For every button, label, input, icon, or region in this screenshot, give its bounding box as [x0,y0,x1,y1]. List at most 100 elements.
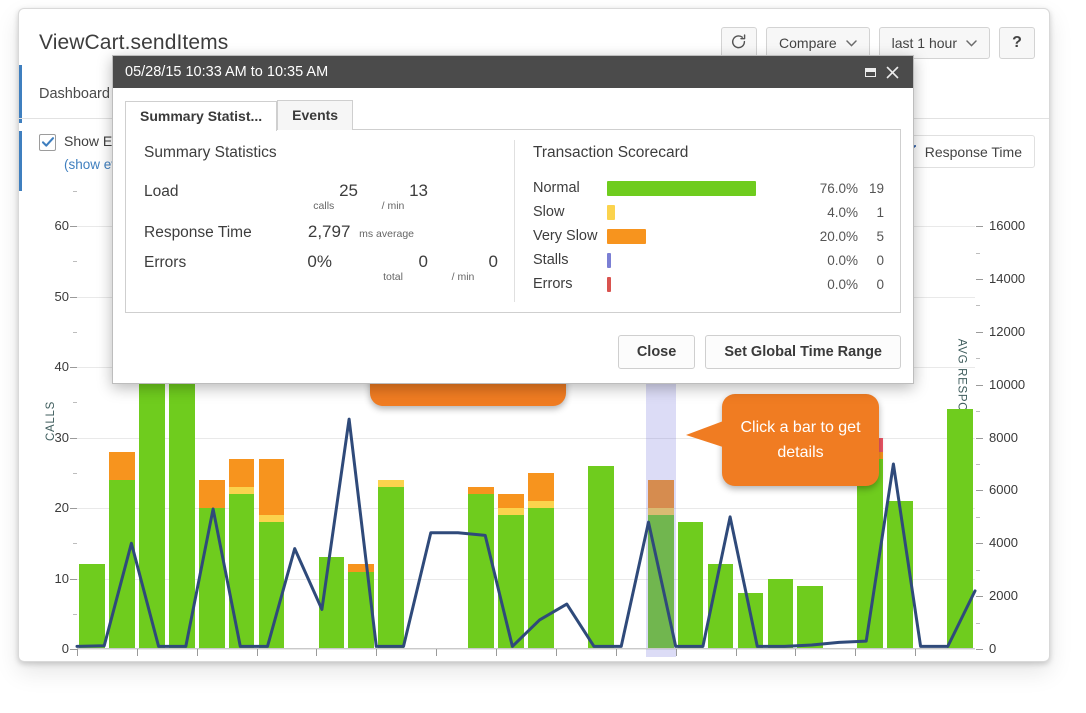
x-axis-tickmark [136,649,138,656]
set-global-time-range-button[interactable]: Set Global Time Range [705,335,901,369]
table-row: Errors 0% 0 total 0 / min [144,247,498,288]
scorecard-bar-cell [607,224,804,248]
scorecard-bar-cell [607,176,804,200]
y-axis-right-minor-tickmark [976,569,980,571]
scorecard-label: Errors [533,276,573,292]
close-icon [886,66,898,78]
transaction-scorecard-section: Transaction Scorecard Normal 76.0% 19 Slow 4… [515,130,900,312]
dialog-titlebar: 05/28/15 10:33 AM to 10:35 AM [113,56,913,88]
y-axis-right-minor-tickmark [976,622,980,624]
y-axis-right-tick-label: 10000 [989,376,1026,392]
show-events-checkbox[interactable] [39,134,56,151]
y-axis-right-tickmark [976,226,983,228]
scorecard-percent: 20.0% [819,228,858,244]
stat-value-total: 0 total [358,247,428,288]
scorecard-count: 5 [876,228,884,244]
x-axis-tickmark [855,649,857,656]
summary-dialog[interactable]: 05/28/15 10:33 AM to 10:35 AM Summary St… [112,55,914,384]
y-axis-right-tickmark [976,437,983,439]
screenshot-root: ViewCart.sendItems Compare last 1 hour ?… [0,0,1086,713]
x-axis-tickmark [436,649,438,656]
x-axis-tickmark [196,649,198,656]
scorecard-count: 19 [868,180,884,196]
y-axis-left-tickmark [70,296,77,298]
y-axis-right-tickmark [976,490,983,492]
scorecard-bar-cell [607,272,804,296]
y-axis-right-tick-label: 6000 [989,482,1018,498]
callout-text: Click a bar to get details [740,419,861,461]
table-row: Response Time 2,797 ms average [144,217,498,247]
table-row: Slow 4.0% 1 [533,200,884,224]
compare-label: Compare [779,35,837,51]
stat-unit: / min [451,271,475,283]
x-axis-tickmark [376,649,378,656]
tab-events[interactable]: Events [277,100,354,130]
legend-label: Response Time [924,143,1022,160]
stat-label: Load [144,183,179,200]
minimize-icon [864,67,876,77]
summary-heading: Summary Statistics [144,144,277,161]
scorecard-bar [607,180,756,196]
y-axis-left-tick-label: 30 [54,429,69,445]
x-axis-tickmark [915,649,917,656]
summary-statistics-section: Summary Statistics Load 25 calls 13 / mi… [126,130,514,312]
y-axis-right-tickmark [976,596,983,598]
y-axis-left-tick-label: 50 [54,288,69,304]
table-row: Very Slow 20.0% 5 [533,224,884,248]
y-axis-right-tickmark [976,384,983,386]
summary-table: Load 25 calls 13 / min Response Time 2,7… [144,176,498,288]
x-axis-tickmark [316,649,318,656]
callout-click-a-bar: Click a bar to get details [686,394,879,486]
chevron-down-icon [966,39,977,47]
tab-summary-statistics[interactable]: Summary Statist... [125,101,278,131]
y-axis-left-tick-label: 40 [54,359,69,375]
y-axis-left-tickmark [70,649,77,650]
scorecard-count: 1 [876,204,884,220]
stat-label: Errors [144,254,187,271]
minimize-button[interactable] [859,61,881,83]
x-axis-tickmark [675,649,677,656]
stat-unit: total [383,271,403,283]
y-axis-left-tick-label: 60 [54,218,69,234]
y-axis-right-tick-label: 16000 [989,218,1026,234]
table-row: Errors 0.0% 0 [533,272,884,296]
scorecard-label: Slow [533,204,565,220]
x-axis-tickmark [735,649,737,656]
help-icon: ? [1012,34,1022,51]
stat-number: 25 [339,181,358,200]
scorecard-bar [607,228,647,244]
stat-value-primary: 25 calls [290,176,358,217]
close-button[interactable] [881,61,903,83]
stat-value-primary: 2,797 ms average [290,217,428,247]
page-title: ViewCart.sendItems [39,31,229,54]
y-axis-left-tickmark [70,437,77,439]
breadcrumb[interactable]: Dashboard [39,86,110,102]
x-axis-tickmark [615,649,617,656]
stat-unit: / min [381,200,405,212]
scorecard-bar [607,204,615,220]
y-axis-left-tick-label: 20 [54,500,69,516]
selected-bar-footer-highlight [645,649,676,657]
y-axis-right-tick-label: 14000 [989,271,1026,287]
y-axis-right-tick-label: 2000 [989,588,1018,604]
y-axis-right-tickmark [976,649,983,650]
scorecard-bar [607,252,611,268]
y-axis-left-tickmark [70,367,77,369]
stat-label: Response Time [144,224,252,241]
stat-number: 0 [418,252,428,271]
close-dialog-button[interactable]: Close [617,335,696,369]
stat-value-secondary: 13 / min [358,176,428,217]
scorecard-percent: 4.0% [827,204,858,220]
y-axis-left-tick-label: 0 [61,641,69,656]
y-axis-right-minor-tickmark [976,411,980,413]
scorecard-table: Normal 76.0% 19 Slow 4.0% 1 Very Slow 20.0% 5 Sta… [533,176,884,296]
scorecard-label: Normal [533,180,580,196]
y-axis-left-tickmark [70,508,77,510]
dialog-panel: Summary Statistics Load 25 calls 13 / mi… [125,129,901,313]
x-axis-tickmark [496,649,498,656]
x-axis-tickmark [256,649,258,656]
dialog-tabs[interactable]: Summary Statist... Events [125,100,901,131]
y-axis-right-tickmark [976,331,983,333]
chevron-down-icon [845,39,857,47]
help-button[interactable]: ? [999,27,1035,59]
